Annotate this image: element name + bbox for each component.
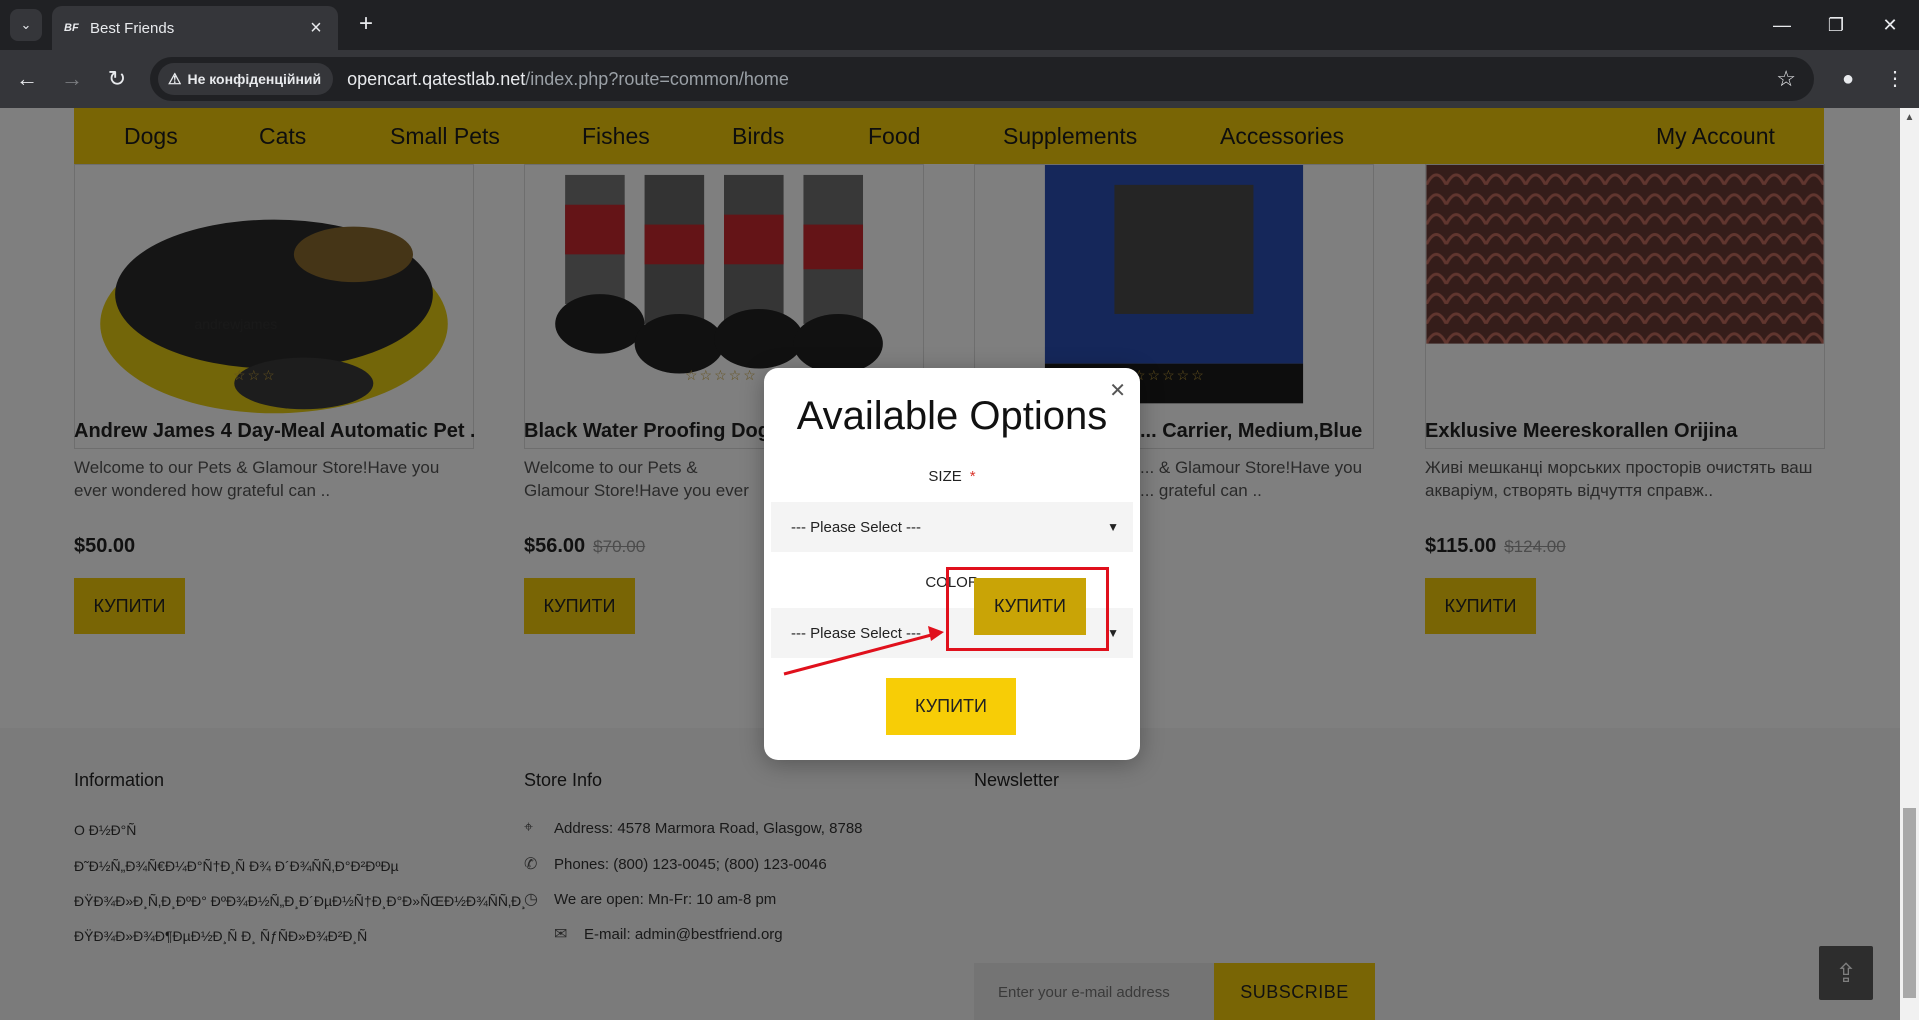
security-chip[interactable]: ⚠ Не конфіденційний xyxy=(158,63,334,95)
annotation-buy-button: КУПИТИ xyxy=(974,578,1086,635)
url-host: opencart.qatestlab.net xyxy=(347,68,526,89)
url-text[interactable]: opencart.qatestlab.net/index.php?route=c… xyxy=(347,69,789,90)
scrollbar-thumb[interactable] xyxy=(1903,808,1916,998)
url-path: /index.php?route=common/home xyxy=(525,68,789,89)
forward-icon[interactable]: → xyxy=(57,64,87,94)
menu-kebab-icon[interactable]: ⋮ xyxy=(1880,64,1910,94)
caret-down-icon: ▼ xyxy=(1107,520,1119,534)
color-select-value: --- Please Select --- xyxy=(791,624,922,642)
options-modal: ✕ Available Options SIZE * --- Please Sel… xyxy=(764,368,1140,760)
size-select[interactable]: --- Please Select --- ▼ xyxy=(771,502,1133,552)
minimize-icon[interactable]: — xyxy=(1752,0,1812,50)
modal-buy-button[interactable]: КУПИТИ xyxy=(886,678,1016,735)
address-bar[interactable]: ⚠ Не конфіденційний opencart.qatestlab.n… xyxy=(150,57,1814,101)
modal-title: Available Options xyxy=(796,394,1108,438)
reload-icon[interactable]: ↻ xyxy=(102,64,132,94)
browser-tab-strip: ⌄ BF Best Friends × + — ❐ ✕ xyxy=(0,0,1919,50)
size-label-text: SIZE xyxy=(928,468,962,485)
profile-icon[interactable]: ● xyxy=(1833,64,1863,94)
restore-icon[interactable]: ❐ xyxy=(1806,0,1866,50)
favicon-icon: BF xyxy=(64,22,79,34)
browser-toolbar: ← → ↻ ⚠ Не конфіденційний opencart.qates… xyxy=(0,50,1919,108)
required-mark: * xyxy=(969,468,976,485)
size-label: SIZE * xyxy=(764,468,1140,485)
tab-title: Best Friends xyxy=(90,19,175,37)
tab-search-button[interactable]: ⌄ xyxy=(10,9,42,41)
browser-tab-active[interactable]: BF Best Friends × xyxy=(52,6,338,50)
bookmark-star-icon[interactable]: ☆ xyxy=(1776,66,1796,92)
back-icon[interactable]: ← xyxy=(12,64,42,94)
warning-icon: ⚠ xyxy=(168,71,182,88)
close-tab-icon[interactable]: × xyxy=(306,17,326,40)
scroll-up-arrow-icon[interactable]: ▲ xyxy=(1900,108,1919,128)
security-label: Не конфіденційний xyxy=(187,71,322,87)
size-select-value: --- Please Select --- xyxy=(791,518,922,536)
chevron-down-icon: ⌄ xyxy=(20,17,32,32)
new-tab-button[interactable]: + xyxy=(352,10,380,38)
close-window-icon[interactable]: ✕ xyxy=(1860,0,1919,50)
